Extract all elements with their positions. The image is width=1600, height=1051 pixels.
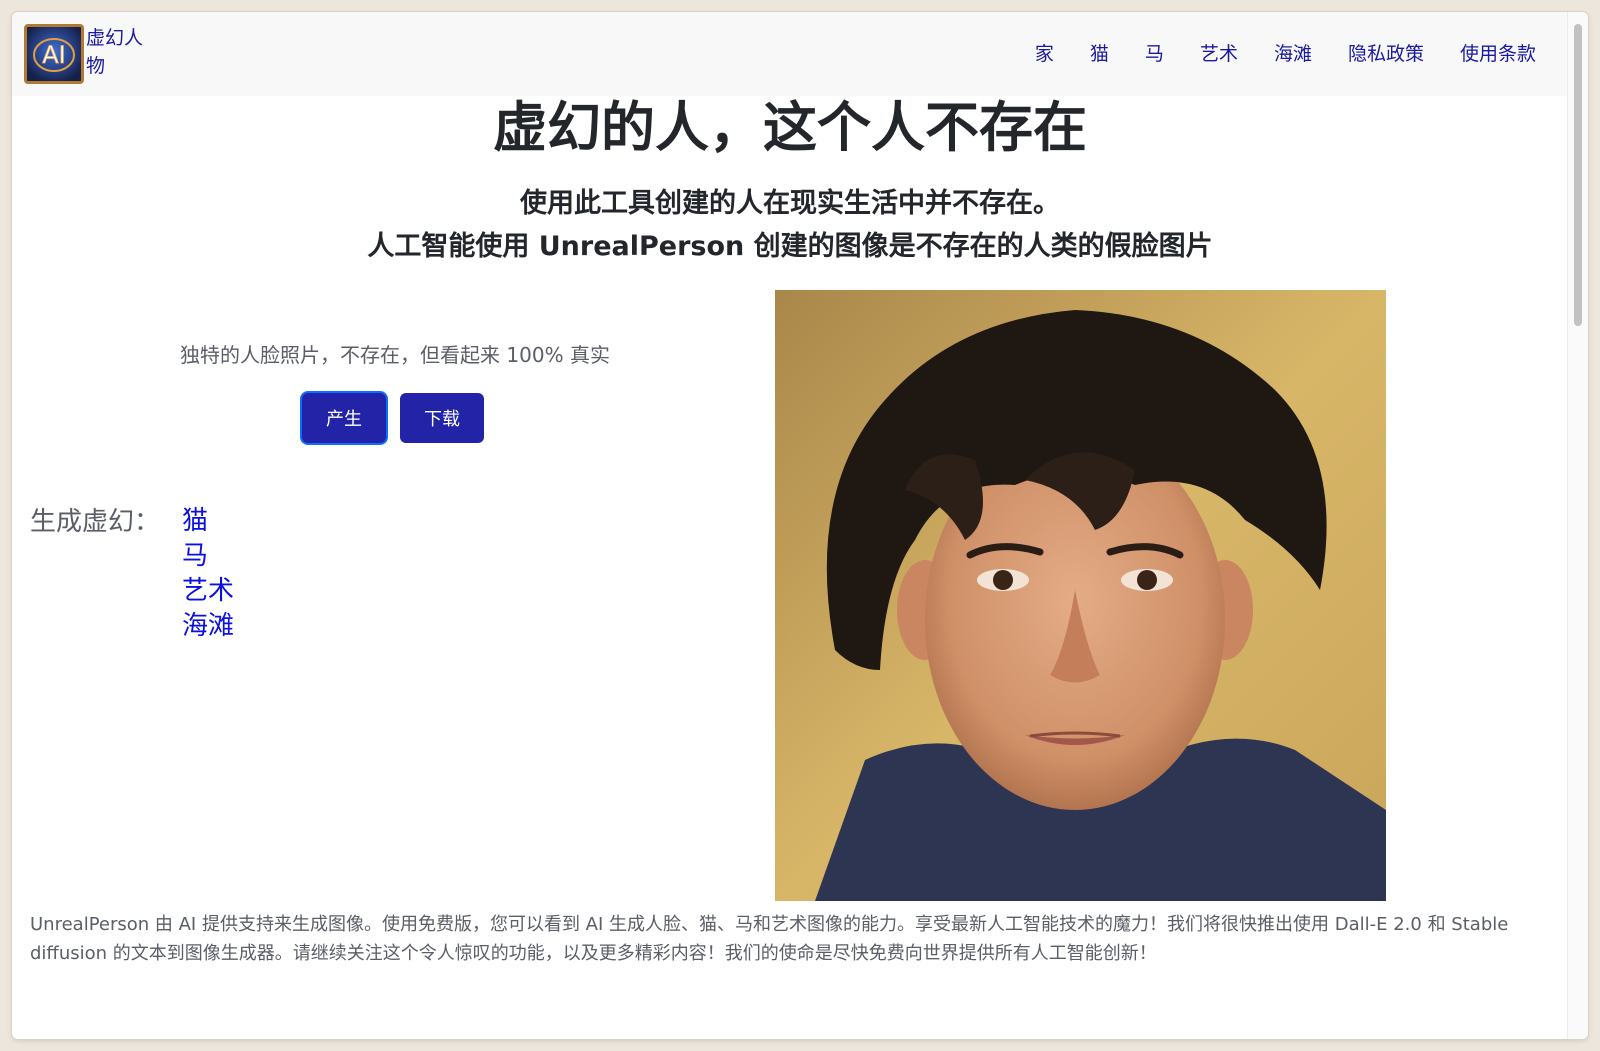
brand-name[interactable]: 虚幻人物 bbox=[86, 24, 152, 80]
subtitle-line-2: 人工智能使用 UnrealPerson 创建的图像是不存在的人类的假脸图片 bbox=[367, 231, 1213, 262]
scrollbar-thumb[interactable] bbox=[1574, 24, 1582, 326]
nav-item-cat[interactable]: 猫 bbox=[1090, 36, 1109, 72]
generate-button[interactable]: 产生 bbox=[302, 393, 386, 443]
download-button[interactable]: 下载 bbox=[400, 393, 484, 443]
generate-link-horse[interactable]: 马 bbox=[182, 539, 234, 574]
browser-window: AI 虚幻人物 家 猫 马 艺术 海滩 隐私政策 使用条款 虚幻的人，这个人不存… bbox=[12, 12, 1588, 1039]
logo-icon[interactable]: AI bbox=[24, 24, 84, 84]
nav-item-horse[interactable]: 马 bbox=[1145, 36, 1164, 72]
top-nav: 家 猫 马 艺术 海滩 隐私政策 使用条款 bbox=[999, 36, 1536, 72]
navbar: AI 虚幻人物 家 猫 马 艺术 海滩 隐私政策 使用条款 bbox=[12, 12, 1568, 96]
scrollbar[interactable] bbox=[1567, 12, 1588, 1039]
generated-face-image bbox=[775, 290, 1386, 901]
tagline: 独特的人脸照片，不存在，但看起来 100% 真实 bbox=[180, 343, 610, 367]
footer-description: UnrealPerson 由 AI 提供支持来生成图像。使用免费版，您可以看到 … bbox=[30, 914, 1509, 964]
nav-item-home[interactable]: 家 bbox=[1035, 36, 1054, 72]
generate-link-cat[interactable]: 猫 bbox=[182, 504, 234, 539]
nav-item-art[interactable]: 艺术 bbox=[1200, 36, 1238, 72]
generate-more-links: 猫 马 艺术 海滩 bbox=[182, 504, 234, 644]
page-title: 虚幻的人，这个人不存在 bbox=[493, 96, 1087, 159]
generate-link-art[interactable]: 艺术 bbox=[182, 574, 234, 609]
logo-text: AI bbox=[42, 41, 66, 69]
generate-link-beach[interactable]: 海滩 bbox=[182, 609, 234, 644]
nav-item-beach[interactable]: 海滩 bbox=[1274, 36, 1312, 72]
subtitle-line-1: 使用此工具创建的人在现实生活中并不存在。 bbox=[520, 188, 1060, 219]
generate-more-label: 生成虚幻： bbox=[30, 507, 161, 537]
nav-item-terms[interactable]: 使用条款 bbox=[1460, 36, 1536, 72]
nav-item-privacy[interactable]: 隐私政策 bbox=[1348, 36, 1424, 72]
